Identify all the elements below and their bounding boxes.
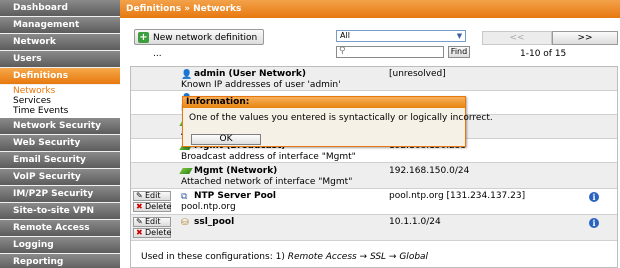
nav-voip-security[interactable]: VoIP Security [0, 169, 120, 186]
nav-dashboard[interactable]: Dashboard [0, 0, 120, 17]
nav-site-to-site-vpn[interactable]: Site-to-site VPN [0, 203, 120, 220]
row-name: ssl_pool [194, 217, 235, 227]
row-addr: 192.168.150.0/24 [389, 166, 470, 176]
search-input[interactable]: ⚲ [336, 46, 444, 58]
pencil-icon: ✎ [136, 217, 143, 226]
table-row: Mgmt (Network) Attached network of inter… [131, 163, 617, 189]
edit-label: Edit [145, 217, 161, 226]
information-dialog: Information: One of the values you enter… [182, 96, 493, 147]
delete-icon: ✖ [136, 202, 143, 211]
delete-button[interactable]: ✖ Delete [133, 202, 171, 212]
row-desc: Known IP addresses of user 'admin' [181, 80, 341, 90]
plus-icon: + [138, 32, 149, 43]
delete-icon: ✖ [136, 228, 143, 237]
pencil-icon: ✎ [136, 191, 143, 200]
network-icon [179, 167, 193, 176]
row-addr: pool.ntp.org [131.234.137.23] [389, 191, 526, 201]
table-row: ✎ Edit ✖ Delete ⛁ ssl_pool 10.1.1.0/24 i [131, 215, 617, 241]
used-in-path[interactable]: Remote Access → SSL → Global [288, 252, 428, 262]
info-icon[interactable]: i [589, 218, 599, 228]
row-name: Mgmt (Network) [194, 166, 278, 176]
user-network-icon: 👤 [181, 70, 193, 80]
row-name: admin (User Network) [194, 69, 306, 79]
nav-im-p2p-security[interactable]: IM/P2P Security [0, 186, 120, 203]
definitions-submenu: ▸ Networks Services Time Events [0, 85, 120, 118]
delete-button[interactable]: ✖ Delete [133, 228, 171, 238]
subnav-time-events[interactable]: Time Events [0, 106, 120, 116]
row-desc: pool.ntp.org [181, 202, 236, 212]
row-desc: Broadcast address of interface "Mgmt" [181, 152, 356, 162]
edit-label: Edit [145, 191, 161, 200]
table-row: 👤 admin (User Network) Known IP addresse… [131, 67, 617, 91]
filter-select-value: All [340, 31, 350, 40]
prev-page-button[interactable]: << [482, 31, 552, 45]
nav-definitions[interactable]: Definitions [0, 68, 120, 85]
used-in-number: 1) [275, 252, 285, 262]
used-in-prefix: Used in these configurations: [141, 252, 273, 262]
row-name: NTP Server Pool [194, 191, 277, 201]
nav-remote-access[interactable]: Remote Access [0, 220, 120, 237]
nav-users[interactable]: Users [0, 51, 120, 68]
ip-pool-icon: ⛁ [181, 218, 189, 228]
nav-network[interactable]: Network [0, 34, 120, 51]
delete-label: Delete [145, 202, 172, 211]
row-actions: ✎ Edit ✖ Delete [133, 191, 171, 213]
find-button[interactable]: Find [448, 46, 470, 58]
edit-button[interactable]: ✎ Edit [133, 191, 171, 201]
row-addr: [unresolved] [389, 69, 446, 79]
subnav-services[interactable]: Services [0, 96, 120, 106]
ok-button[interactable]: OK [191, 134, 261, 145]
filter-select[interactable]: All ▼ [336, 30, 466, 42]
row-actions: ✎ Edit ✖ Delete [133, 217, 171, 239]
search-icon: ⚲ [339, 46, 346, 56]
page-count: 1-10 of 15 [520, 49, 567, 59]
edit-button[interactable]: ✎ Edit [133, 217, 171, 227]
sidebar: Dashboard Management Network Users Defin… [0, 0, 120, 268]
nav-web-security[interactable]: Web Security [0, 135, 120, 152]
nav-management[interactable]: Management [0, 17, 120, 34]
new-network-definition-label: New network definition ... [153, 33, 258, 59]
nav-reporting[interactable]: Reporting [0, 254, 120, 268]
dialog-title: Information: [183, 97, 465, 108]
subnav-networks-label: Networks [13, 86, 56, 96]
row-addr: 10.1.1.0/24 [389, 217, 441, 227]
nav-logging[interactable]: Logging [0, 237, 120, 254]
dialog-message: One of the values you entered is syntact… [189, 113, 493, 123]
dns-host-icon: ⧉ [181, 192, 188, 202]
nav-network-security[interactable]: Network Security [0, 118, 120, 135]
info-icon[interactable]: i [589, 192, 599, 202]
chevron-down-icon: ▼ [456, 32, 463, 40]
new-network-definition-button[interactable]: + New network definition ... [134, 29, 264, 59]
breadcrumb: Definitions » Networks [120, 0, 620, 18]
next-page-button[interactable]: >> [552, 31, 618, 45]
used-in-configurations: Used in these configurations: 1) Remote … [131, 247, 617, 267]
nav-email-security[interactable]: Email Security [0, 152, 120, 169]
subnav-networks[interactable]: ▸ Networks [0, 86, 120, 96]
delete-label: Delete [145, 228, 172, 237]
table-row: ✎ Edit ✖ Delete ⧉ NTP Server Pool pool.ntp… [131, 189, 617, 215]
row-desc: Attached network of interface "Mgmt" [181, 177, 353, 187]
